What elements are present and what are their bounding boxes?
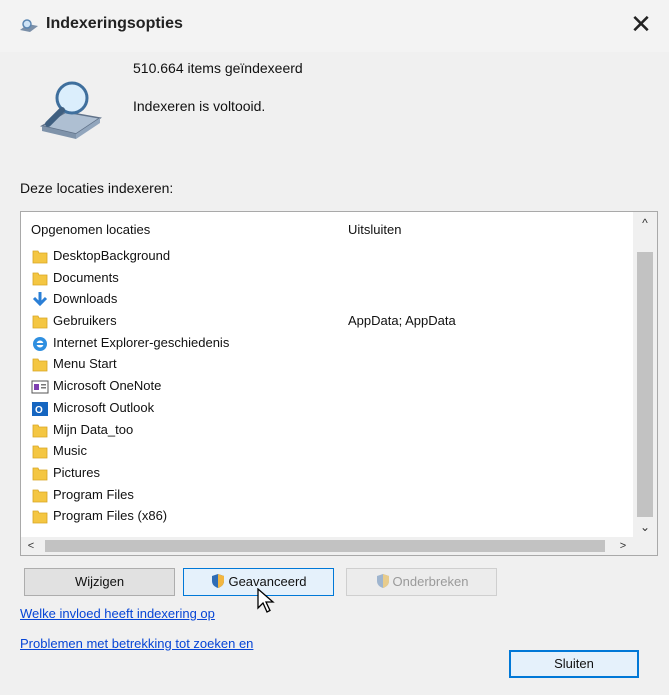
list-header: Opgenomen locaties Uitsluiten (21, 212, 633, 242)
column-header-included[interactable]: Opgenomen locaties (31, 222, 150, 237)
modify-button[interactable]: Wijzigen (24, 568, 175, 596)
troubleshoot-search-link[interactable]: Problemen met betrekking tot zoeken en (20, 636, 253, 651)
folder-icon (31, 508, 49, 526)
location-name: Menu Start (53, 356, 117, 372)
list-item[interactable]: Program Files (21, 485, 633, 507)
indexing-drive-magnifier-icon (39, 81, 102, 139)
location-name: Program Files (x86) (53, 508, 168, 524)
indexing-status: Indexeren is voltooid. (133, 98, 266, 114)
column-header-exclude[interactable]: Uitsluiten (348, 222, 401, 237)
close-icon[interactable]: ✕ (623, 10, 659, 40)
list-item[interactable]: O Microsoft Outlook (21, 398, 633, 420)
list-item[interactable]: Mijn Data_too (21, 420, 633, 442)
uac-shield-disabled-icon (376, 574, 389, 588)
location-name: Gebruikers (53, 313, 117, 329)
window-title: Indexeringsopties (46, 15, 183, 32)
svg-text:O: O (35, 405, 43, 416)
folder-icon (31, 422, 49, 440)
outlook-icon: O (31, 400, 49, 418)
list-item[interactable]: Microsoft OneNote (21, 376, 633, 398)
list-item[interactable]: Gebruikers AppData; AppData (21, 311, 633, 333)
close-button[interactable]: Sluiten (509, 650, 639, 678)
folder-icon (31, 487, 49, 505)
location-name: DesktopBackground (53, 248, 171, 263)
folder-icon (31, 465, 49, 483)
location-name: Mijn Data_too (53, 421, 134, 437)
items-indexed-count: 510.664 items geïndexeerd (133, 60, 303, 76)
location-name: Downloads (53, 291, 118, 307)
location-name: Internet Explorer-geschiedenis (53, 334, 230, 350)
vertical-scrollbar[interactable]: ^ ⌄ (633, 212, 657, 538)
title-bar: Indexeringsopties ✕ (0, 0, 669, 52)
list-item[interactable]: Pictures (21, 463, 633, 485)
indexing-influence-link[interactable]: Welke invloed heeft indexering op (20, 606, 215, 621)
scroll-down-icon[interactable]: ⌄ (633, 516, 657, 538)
onenote-icon (31, 378, 49, 396)
advanced-button-label: Geavanceerd (228, 574, 307, 589)
horizontal-scroll-thumb[interactable] (45, 540, 605, 552)
pause-button: Onderbreken (346, 568, 497, 596)
vertical-scroll-thumb[interactable] (637, 252, 653, 517)
location-name: Music (53, 443, 87, 459)
list-item[interactable]: Program Files (x86) (21, 506, 633, 528)
folder-icon (31, 313, 49, 331)
location-name: Pictures (53, 464, 100, 480)
list-item[interactable]: DesktopBackground (21, 246, 633, 268)
locations-label: Deze locaties indexeren: (20, 180, 174, 196)
location-exclude: AppData; AppData (348, 313, 456, 329)
pause-button-label: Onderbreken (392, 574, 469, 589)
download-arrow-icon (31, 291, 49, 309)
horizontal-scrollbar[interactable]: < > (21, 537, 633, 555)
indexing-options-icon (20, 19, 38, 32)
mouse-pointer-icon (257, 588, 275, 613)
location-name: Program Files (53, 486, 134, 502)
folder-icon (31, 270, 49, 288)
location-name: Microsoft Outlook (53, 399, 155, 415)
list-item[interactable]: Downloads (21, 289, 633, 311)
scroll-right-icon[interactable]: > (613, 537, 633, 555)
scrollbar-corner (633, 537, 657, 555)
list-item[interactable]: Menu Start (21, 354, 633, 376)
location-name: Documents (53, 269, 119, 285)
scroll-up-icon[interactable]: ^ (633, 212, 657, 234)
indexing-options-dialog: Indexeringsopties ✕ 510.664 items geïnde… (0, 0, 669, 695)
folder-icon (31, 356, 49, 374)
uac-shield-icon (212, 574, 225, 588)
internet-explorer-icon (31, 335, 49, 353)
scroll-left-icon[interactable]: < (21, 537, 41, 555)
folder-icon (31, 443, 49, 461)
indexed-locations-list[interactable]: Opgenomen locaties Uitsluiten DesktopBac… (20, 211, 658, 556)
location-name: Microsoft OneNote (53, 378, 162, 394)
list-item[interactable]: Documents (21, 268, 633, 290)
location-rows: DesktopBackground Documents Downloads Gebru… (21, 246, 633, 528)
list-item[interactable]: Internet Explorer-geschiedenis (21, 333, 633, 355)
list-item[interactable]: Music (21, 441, 633, 463)
folder-icon (31, 248, 49, 266)
